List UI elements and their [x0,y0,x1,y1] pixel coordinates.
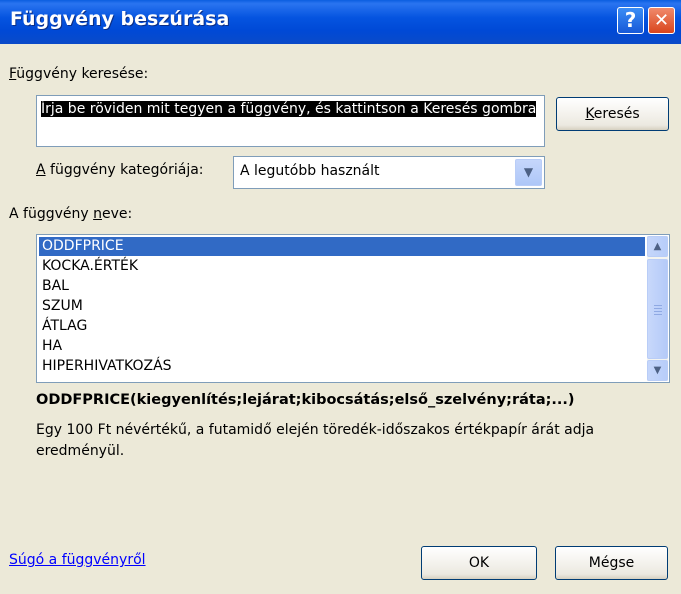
category-select[interactable]: A legutóbb használt ▼ [233,156,545,189]
category-selected-value: A legutóbb használt [240,163,380,179]
vertical-scrollbar[interactable]: ▲ ▼ [647,236,668,381]
function-list-label: A függvény neve: [9,206,133,222]
list-item[interactable]: HIPERHIVATKOZÁS [39,357,645,376]
close-button[interactable]: ✕ [648,7,675,34]
list-item[interactable]: KOCKA.ÉRTÉK [39,257,645,276]
list-item[interactable]: SZUM [39,297,645,316]
title-bar: Függvény beszúrása ? ✕ [0,0,681,44]
list-item[interactable]: ÁTLAG [39,317,645,336]
chevron-down-icon[interactable]: ▼ [515,159,542,186]
cancel-button[interactable]: Mégse [555,546,668,580]
search-label: Függvény keresése: [9,66,149,82]
search-input-text: Írja be röviden mit tegyen a függvény, é… [41,101,537,117]
function-listbox[interactable]: ODDFPRICE KOCKA.ÉRTÉK BAL SZUM ÁTLAG HA HIPERH… [36,234,670,383]
scroll-up-icon[interactable]: ▲ [647,236,668,257]
search-input[interactable]: Írja be röviden mit tegyen a függvény, é… [36,95,545,147]
scroll-thumb[interactable] [647,259,668,359]
help-link[interactable]: Súgó a függvényről [9,552,146,568]
list-item[interactable]: HA [39,337,645,356]
window-title: Függvény beszúrása [10,8,230,30]
list-item[interactable]: ODDFPRICE [39,237,645,256]
help-button[interactable]: ? [617,7,644,34]
function-syntax: ODDFPRICE(kiegyenlítés;lejárat;kibocsátá… [36,392,575,408]
search-button[interactable]: Keresés [556,97,669,131]
scroll-down-icon[interactable]: ▼ [647,360,668,381]
ok-button[interactable]: OK [421,546,537,580]
function-description: Egy 100 Ft névértékű, a futamidő elején … [36,422,595,459]
list-item[interactable]: BAL [39,277,645,296]
category-label: A függvény kategóriája: [36,162,204,178]
